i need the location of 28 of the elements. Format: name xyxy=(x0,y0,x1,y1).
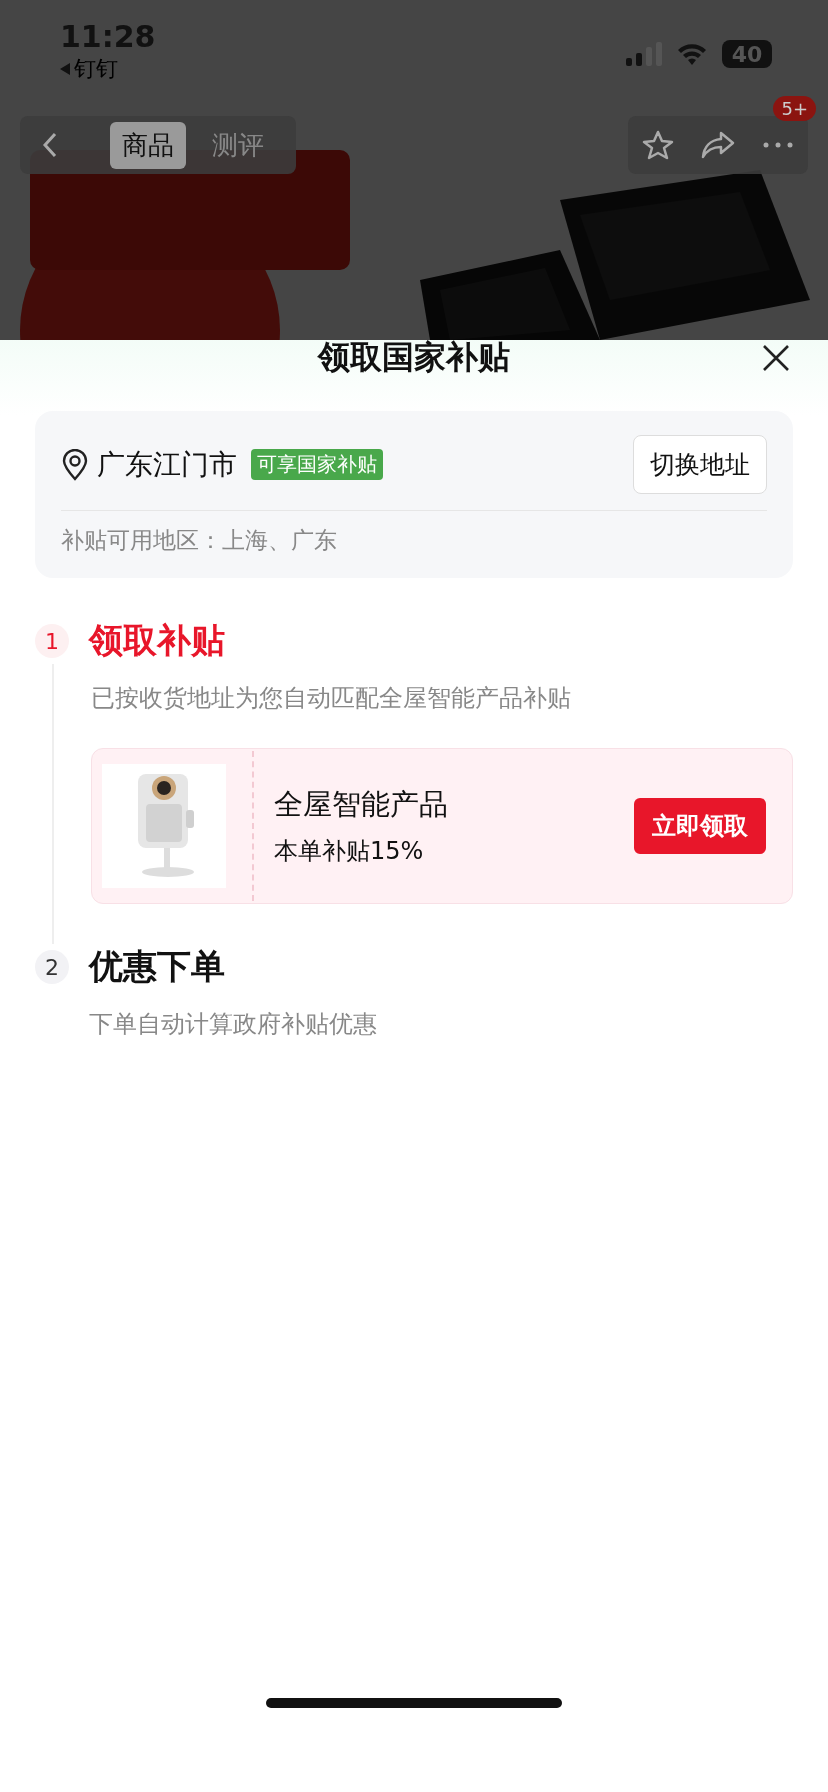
switch-address-button[interactable]: 切换地址 xyxy=(633,435,767,494)
coupon-rate: 本单补贴15% xyxy=(274,836,425,867)
step-description: 已按收货地址为您自动匹配全屋智能产品补贴 xyxy=(91,683,572,714)
tab[interactable]: 测评 xyxy=(200,121,276,169)
step-description: 下单自动计算政府补贴优惠 xyxy=(89,1009,378,1040)
city-name: 广东江门市 xyxy=(97,446,237,483)
tab[interactable]: 商品 xyxy=(110,121,186,169)
star-icon xyxy=(642,129,674,161)
step-title: 领取补贴 xyxy=(89,619,225,662)
notification-badge: 5+ xyxy=(773,96,816,121)
sheet-title: 领取国家补贴 xyxy=(318,337,510,378)
subsidy-tag: 可享国家补贴 xyxy=(251,449,383,480)
claim-button[interactable]: 立即领取 xyxy=(634,798,766,854)
close-icon xyxy=(762,344,790,372)
step-number: 1 xyxy=(35,624,69,658)
signal-icon xyxy=(626,42,662,66)
coupon-product-name: 全屋智能产品 xyxy=(274,786,449,823)
share-arrow-icon xyxy=(701,130,735,160)
battery-icon: 40 xyxy=(722,40,772,68)
back-chevron-icon xyxy=(42,132,58,158)
step-number: 2 xyxy=(35,950,69,984)
more-dots-icon xyxy=(763,142,793,148)
available-regions-text: 补贴可用地区：上海、广东 xyxy=(61,526,338,555)
wifi-icon xyxy=(676,42,708,66)
step-title: 优惠下单 xyxy=(89,945,225,988)
location-pin-icon xyxy=(61,448,89,481)
back-triangle-icon xyxy=(60,63,70,75)
back-button[interactable] xyxy=(20,116,80,174)
